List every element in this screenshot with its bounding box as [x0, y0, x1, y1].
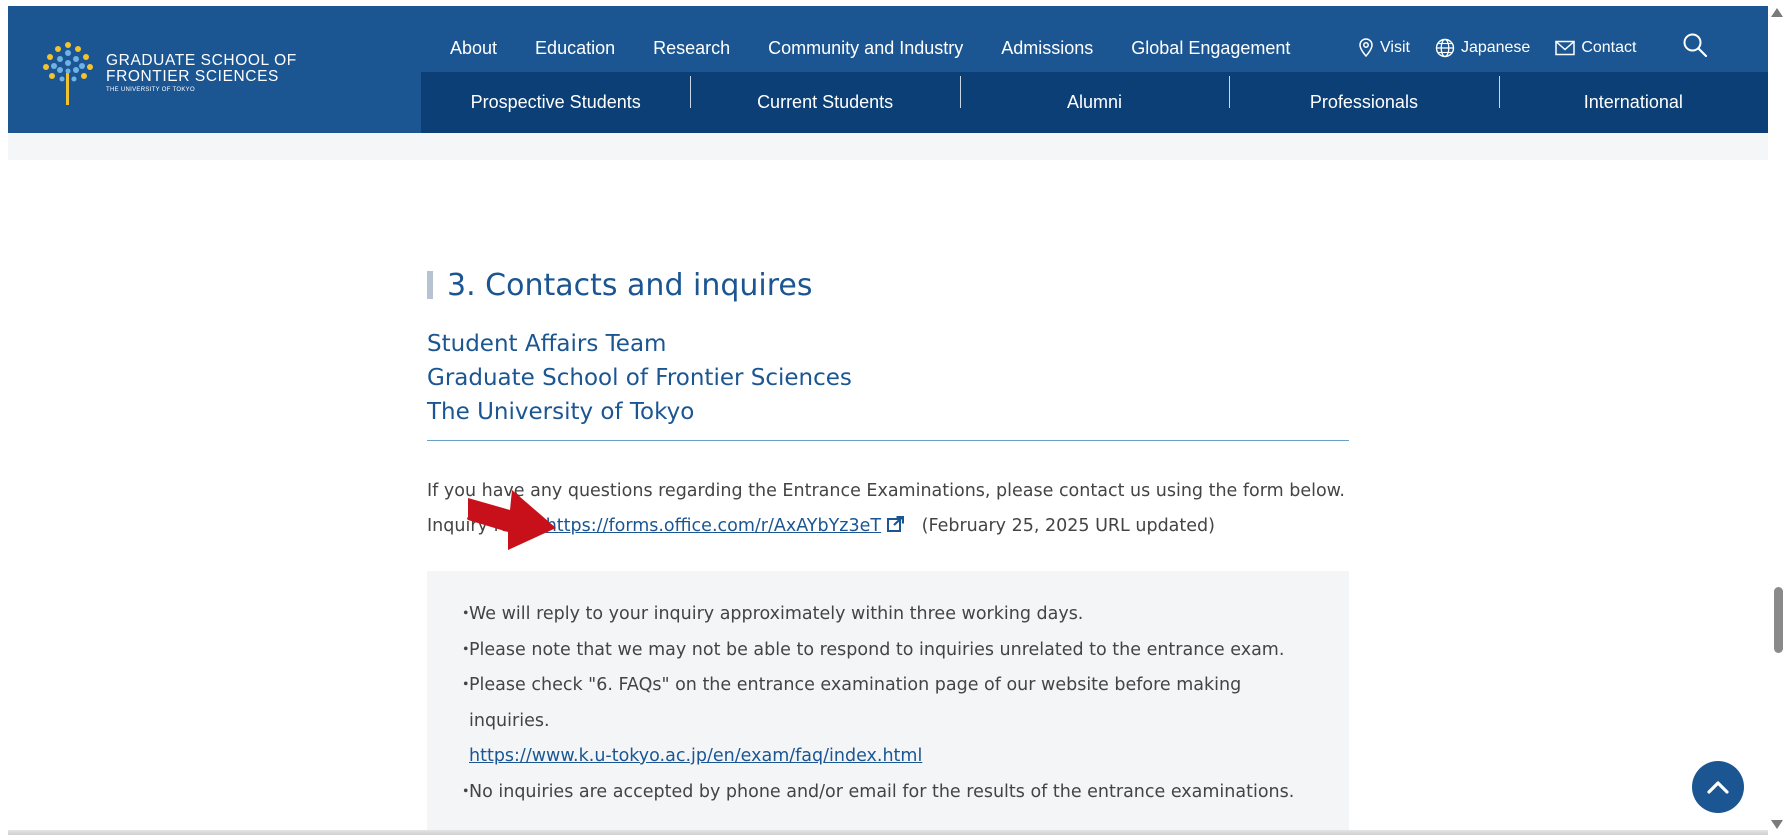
subnav-alumni[interactable]: Alumni [959, 76, 1229, 113]
search-button[interactable] [1682, 32, 1708, 62]
bullet: ・ [457, 604, 475, 624]
subnav-professionals[interactable]: Professionals [1229, 76, 1498, 113]
main-nav: About Education Research Community and I… [450, 30, 1328, 66]
subnav-current-students[interactable]: Current Students [690, 76, 959, 113]
list-item: ・ Please note that we may not be able to … [457, 633, 1319, 669]
contact-line-school: Graduate School of Frontier Sciences [427, 365, 852, 391]
contact-line-university: The University of Tokyo [427, 399, 695, 425]
list-item: ・ We will reply to your inquiry approxima… [457, 597, 1319, 633]
search-icon [1683, 33, 1708, 58]
nav-admissions[interactable]: Admissions [1001, 38, 1093, 59]
browser-page: GRADUATE SCHOOL OF FRONTIER SCIENCES THE… [8, 6, 1768, 832]
page-title: 3. Contacts and inquires [447, 267, 813, 303]
site-header: GRADUATE SCHOOL OF FRONTIER SCIENCES THE… [8, 6, 1768, 133]
map-pin-icon [1359, 38, 1373, 58]
japanese-label: Japanese [1460, 39, 1531, 56]
inquiry-intro: If you have any questions regarding the … [427, 481, 1345, 501]
tree-logo-icon [43, 42, 93, 105]
contact-label: Contact [1581, 39, 1637, 56]
contact-line-team: Student Affairs Team [427, 331, 667, 357]
bullet: ・ [457, 675, 475, 695]
list-item: ・ Please check "6. FAQs" on the entrance … [457, 668, 1319, 775]
header-gray-band [8, 133, 1768, 160]
red-arrow-icon [468, 490, 556, 550]
logo-line3: THE UNIVERSITY OF TOKYO [106, 87, 195, 93]
heading-accent-bar [427, 271, 433, 299]
logo-line1: GRADUATE SCHOOL OF [106, 52, 297, 69]
globe-icon [1435, 38, 1455, 58]
contact-address: Student Affairs Team Graduate School of … [427, 327, 1349, 429]
scrollbar-thumb[interactable] [1774, 587, 1783, 653]
list-item: ・ No inquiries are accepted by phone and/… [457, 775, 1319, 811]
scroll-up-arrow[interactable] [1771, 8, 1783, 17]
nav-community-and-industry[interactable]: Community and Industry [768, 38, 963, 59]
inquiry-form-line: Inquiry form: https://forms.office.com/r… [427, 509, 1349, 544]
section-heading: 3. Contacts and inquires [427, 267, 1349, 303]
main-content: 3. Contacts and inquires Student Affairs… [427, 268, 1349, 832]
audience-nav: Prospective Students Current Students Al… [421, 72, 1768, 133]
nav-about[interactable]: About [450, 38, 497, 59]
visit-link[interactable]: Visit [1358, 38, 1410, 58]
window-bottom-edge [8, 830, 1768, 835]
inquiry-form-link[interactable]: https://forms.office.com/r/AxAYbYz3eT [546, 516, 881, 536]
inquiry-paragraph: If you have any questions regarding the … [427, 474, 1349, 544]
site-logo[interactable]: GRADUATE SCHOOL OF FRONTIER SCIENCES THE… [38, 38, 298, 108]
subnav-prospective-students[interactable]: Prospective Students [421, 92, 690, 113]
utility-nav: Visit Japanese Contact [1358, 30, 1661, 66]
japanese-link[interactable]: Japanese [1435, 38, 1530, 58]
bullet: ・ [457, 639, 475, 660]
external-link-icon[interactable] [887, 516, 905, 533]
nav-global-engagement[interactable]: Global Engagement [1131, 38, 1290, 59]
mail-icon [1555, 40, 1576, 56]
nav-research[interactable]: Research [653, 38, 730, 59]
notes-box: ・ We will reply to your inquiry approxima… [427, 571, 1349, 832]
contact-link[interactable]: Contact [1555, 39, 1636, 57]
logo-line2: FRONTIER SCIENCES [106, 68, 279, 85]
nav-education[interactable]: Education [535, 38, 615, 59]
url-updated-note: (February 25, 2025 URL updated) [921, 516, 1215, 536]
subnav-international[interactable]: International [1498, 76, 1768, 113]
chevron-up-icon [1707, 781, 1729, 794]
scroll-down-arrow[interactable] [1771, 820, 1783, 829]
scrollbar[interactable] [1772, 6, 1786, 832]
visit-label: Visit [1380, 39, 1410, 56]
back-to-top-button[interactable] [1692, 761, 1744, 813]
bullet: ・ [457, 781, 475, 802]
section-divider [427, 440, 1349, 441]
faq-link[interactable]: https://www.k.u-tokyo.ac.jp/en/exam/faq/… [469, 739, 1319, 775]
